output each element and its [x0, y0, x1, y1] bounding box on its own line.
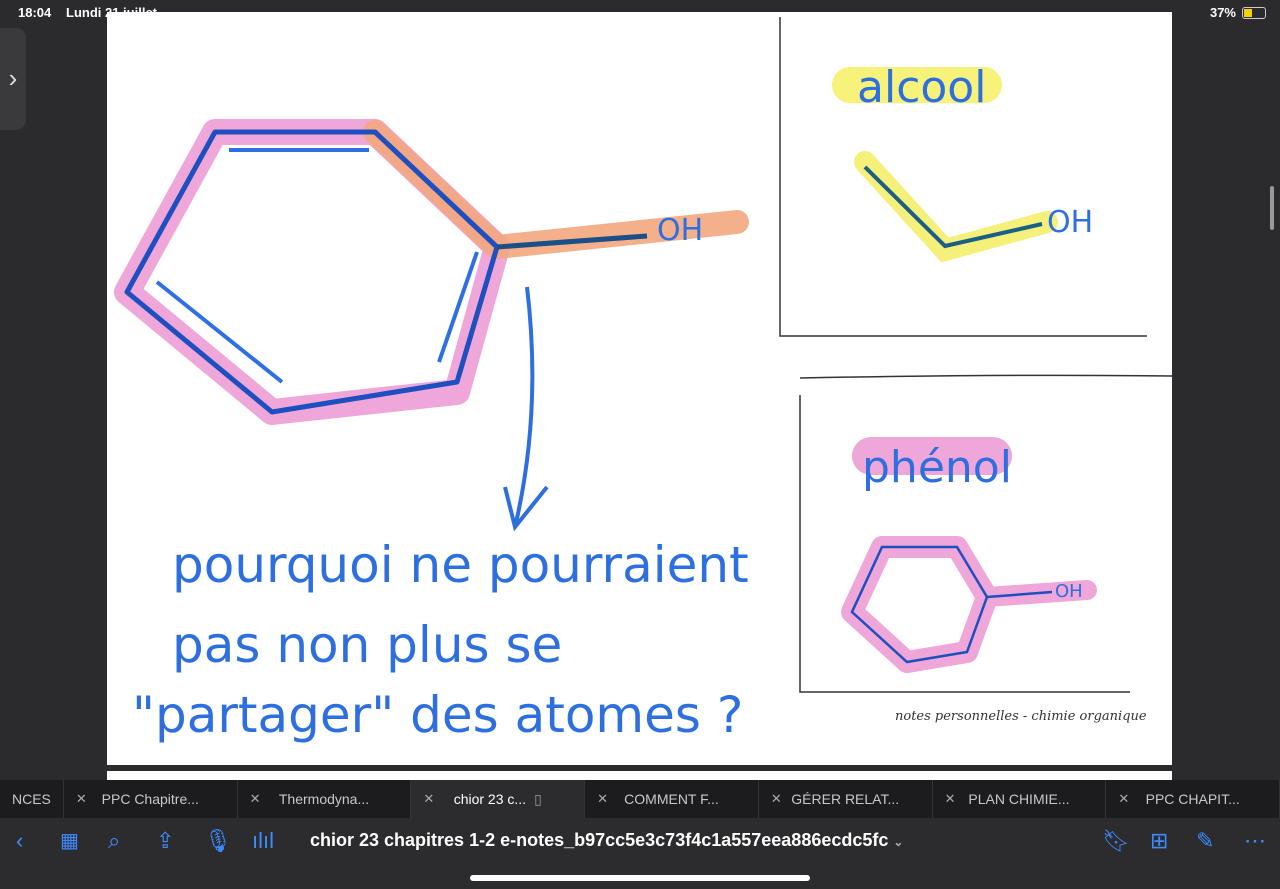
- status-right: 37%: [1210, 5, 1266, 20]
- tab-label: PPC Chapitre...: [101, 791, 199, 807]
- note-page[interactable]: OH pourquoi ne pourraient pas non plus s…: [107, 12, 1172, 765]
- bookmark-icon[interactable]: 🔖︎: [1102, 828, 1130, 854]
- close-icon[interactable]: ✕: [423, 791, 434, 807]
- tab-label: PPC CHAPIT...: [1145, 791, 1240, 807]
- back-icon[interactable]: ‹: [16, 828, 23, 854]
- close-icon[interactable]: ✕: [597, 791, 608, 807]
- close-icon[interactable]: ✕: [250, 791, 261, 807]
- tab-label: COMMENT F...: [624, 791, 719, 807]
- handwritten-drawing: OH pourquoi ne pourraient pas non plus s…: [114, 17, 1172, 744]
- question-line-3: "partager" des atomes ?: [132, 686, 743, 744]
- close-icon[interactable]: ✕: [1118, 791, 1129, 807]
- scrollbar[interactable]: [1270, 186, 1274, 230]
- close-icon[interactable]: ✕: [771, 791, 782, 807]
- footer-note: notes personnelles - chimie organique: [895, 709, 1147, 724]
- tab-1[interactable]: NCES: [0, 780, 64, 818]
- tab-label: NCES: [12, 791, 51, 807]
- divider-line: [799, 374, 1172, 379]
- phenol-oh-label: OH: [1055, 581, 1083, 602]
- alcool-oh-label: OH: [1047, 205, 1093, 240]
- search-icon[interactable]: ⌕: [108, 828, 120, 854]
- toolbar: ‹ ▦ ⌕ ⇪ 🎙 ılıl chior 23 chapitres 1-2 e-…: [0, 818, 1280, 889]
- close-icon[interactable]: ✕: [945, 791, 956, 807]
- microphone-icon[interactable]: 🎙: [204, 828, 232, 854]
- tab-label: GÉRER RELAT...: [791, 791, 900, 807]
- oh-main-label: OH: [657, 213, 703, 248]
- question-text: pourquoi ne pourraient pas non plus se "…: [132, 536, 765, 744]
- question-line-2: pas non plus se: [172, 616, 562, 674]
- document-title[interactable]: chior 23 chapitres 1-2 e-notes_b97cc5e3c…: [310, 830, 903, 851]
- tab-label: PLAN CHIMIE...: [968, 791, 1070, 807]
- sidebar-expand-button[interactable]: ›: [0, 28, 26, 130]
- pencil-icon[interactable]: ✎: [1196, 828, 1214, 854]
- battery-percent: 37%: [1209, 5, 1236, 20]
- home-indicator: [470, 875, 810, 881]
- grid-icon[interactable]: ▦: [60, 828, 79, 853]
- more-icon[interactable]: ⋯: [1244, 828, 1266, 854]
- alcool-label: alcool: [857, 62, 986, 113]
- chevron-down-icon: ⌄: [893, 835, 904, 849]
- battery-icon: [1242, 6, 1266, 19]
- tab-3[interactable]: ✕ Thermodyna...: [238, 780, 412, 818]
- status-time: 18:04: [18, 5, 52, 20]
- tab-6[interactable]: ✕ GÉRER RELAT...: [759, 780, 933, 818]
- tab-label: chior 23 c...: [453, 791, 527, 807]
- ring-highlight: [114, 119, 510, 425]
- tab-label: Thermodyna...: [278, 791, 370, 807]
- add-page-icon[interactable]: ⊞: [1150, 828, 1168, 854]
- document-title-text: chior 23 chapitres 1-2 e-notes_b97cc5e3c…: [310, 830, 889, 850]
- arrow-icon: [503, 286, 549, 532]
- phenol-label: phénol: [862, 442, 1012, 493]
- tab-2[interactable]: ✕ PPC Chapitre...: [64, 780, 238, 818]
- tab-7[interactable]: ✕ PLAN CHIMIE...: [933, 780, 1107, 818]
- share-icon[interactable]: ⇪: [156, 828, 174, 854]
- tab-4-active[interactable]: ✕ chior 23 c... ▯: [411, 780, 586, 818]
- tab-5[interactable]: ✕ COMMENT F...: [585, 780, 759, 818]
- close-icon[interactable]: ✕: [76, 791, 87, 807]
- next-page: [107, 771, 1172, 780]
- split-view-icon[interactable]: ▯: [534, 791, 542, 808]
- audio-waveform-icon[interactable]: ılıl: [252, 828, 274, 854]
- tab-bar: NCES ✕ PPC Chapitre... ✕ Thermodyna... ✕ ch…: [0, 780, 1280, 818]
- tab-8[interactable]: ✕ PPC CHAPIT...: [1106, 780, 1280, 818]
- question-line-1: pourquoi ne pourraient: [172, 536, 749, 594]
